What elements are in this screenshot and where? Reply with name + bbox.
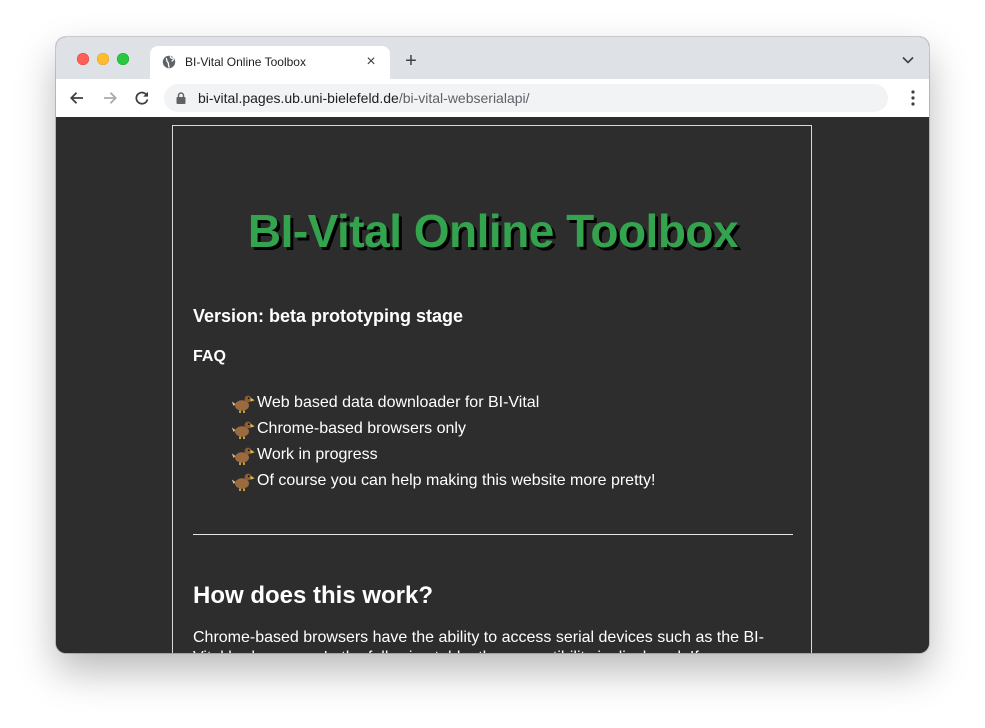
address-bar[interactable]: bi-vital.pages.ub.uni-bielefeld.de/bi-vi…	[164, 84, 888, 112]
globe-icon	[162, 55, 176, 69]
url-text[interactable]: bi-vital.pages.ub.uni-bielefeld.de/bi-vi…	[198, 90, 530, 106]
list-item: Web based data downloader for BI-Vital	[231, 390, 655, 416]
faq-list: Web based data downloader for BI-Vital C…	[231, 390, 655, 494]
url-host: bi-vital.pages.ub.uni-bielefeld.de	[198, 90, 399, 106]
tab-bi-vital[interactable]: BI-Vital Online Toolbox ×	[150, 46, 390, 79]
section-paragraph: Chrome-based browsers have the ability t…	[193, 629, 764, 653]
window-maximize-button[interactable]	[117, 53, 129, 65]
dodo-bird-icon	[231, 473, 255, 491]
faq-item-text: Chrome-based browsers only	[257, 420, 466, 437]
window-minimize-button[interactable]	[97, 53, 109, 65]
tab-title: BI-Vital Online Toolbox	[185, 55, 306, 69]
version-heading: Version: beta prototyping stage	[193, 306, 464, 326]
new-tab-button[interactable]: +	[401, 51, 421, 71]
tab-search-chevron-icon[interactable]	[901, 53, 915, 67]
dodo-bird-icon	[231, 447, 255, 465]
horizontal-rule	[193, 534, 793, 535]
list-item: Work in progress	[231, 442, 655, 468]
faq-item-text: Of course you can help making this websi…	[257, 472, 656, 489]
faq-item-text: Web based data downloader for BI-Vital	[257, 394, 540, 411]
tab-strip: BI-Vital Online Toolbox × +	[56, 37, 929, 79]
faq-heading: FAQ	[193, 348, 226, 365]
tab-close-icon[interactable]: ×	[362, 53, 380, 71]
browser-window: BI-Vital Online Toolbox × + bi-vital.pag…	[56, 37, 929, 653]
dodo-bird-icon	[231, 395, 255, 413]
page-title: BI-Vital Online Toolbox	[247, 205, 739, 257]
lock-icon[interactable]	[176, 92, 186, 104]
page-viewport[interactable]: BI-Vital Online Toolbox Version: beta pr…	[56, 117, 929, 653]
window-close-button[interactable]	[77, 53, 89, 65]
url-path: /bi-vital-webserialapi/	[398, 90, 530, 106]
dodo-bird-icon	[231, 421, 255, 439]
more-menu-icon[interactable]	[911, 90, 915, 106]
faq-item-text: Work in progress	[257, 446, 378, 463]
section-heading: How does this work?	[193, 582, 434, 609]
list-item: Of course you can help making this websi…	[231, 468, 655, 494]
forward-arrow-icon[interactable]	[101, 89, 119, 107]
back-arrow-icon[interactable]	[68, 89, 86, 107]
reload-icon[interactable]	[133, 89, 151, 107]
browser-toolbar: bi-vital.pages.ub.uni-bielefeld.de/bi-vi…	[56, 79, 929, 118]
content-container: BI-Vital Online Toolbox Version: beta pr…	[172, 125, 812, 653]
list-item: Chrome-based browsers only	[231, 416, 655, 442]
